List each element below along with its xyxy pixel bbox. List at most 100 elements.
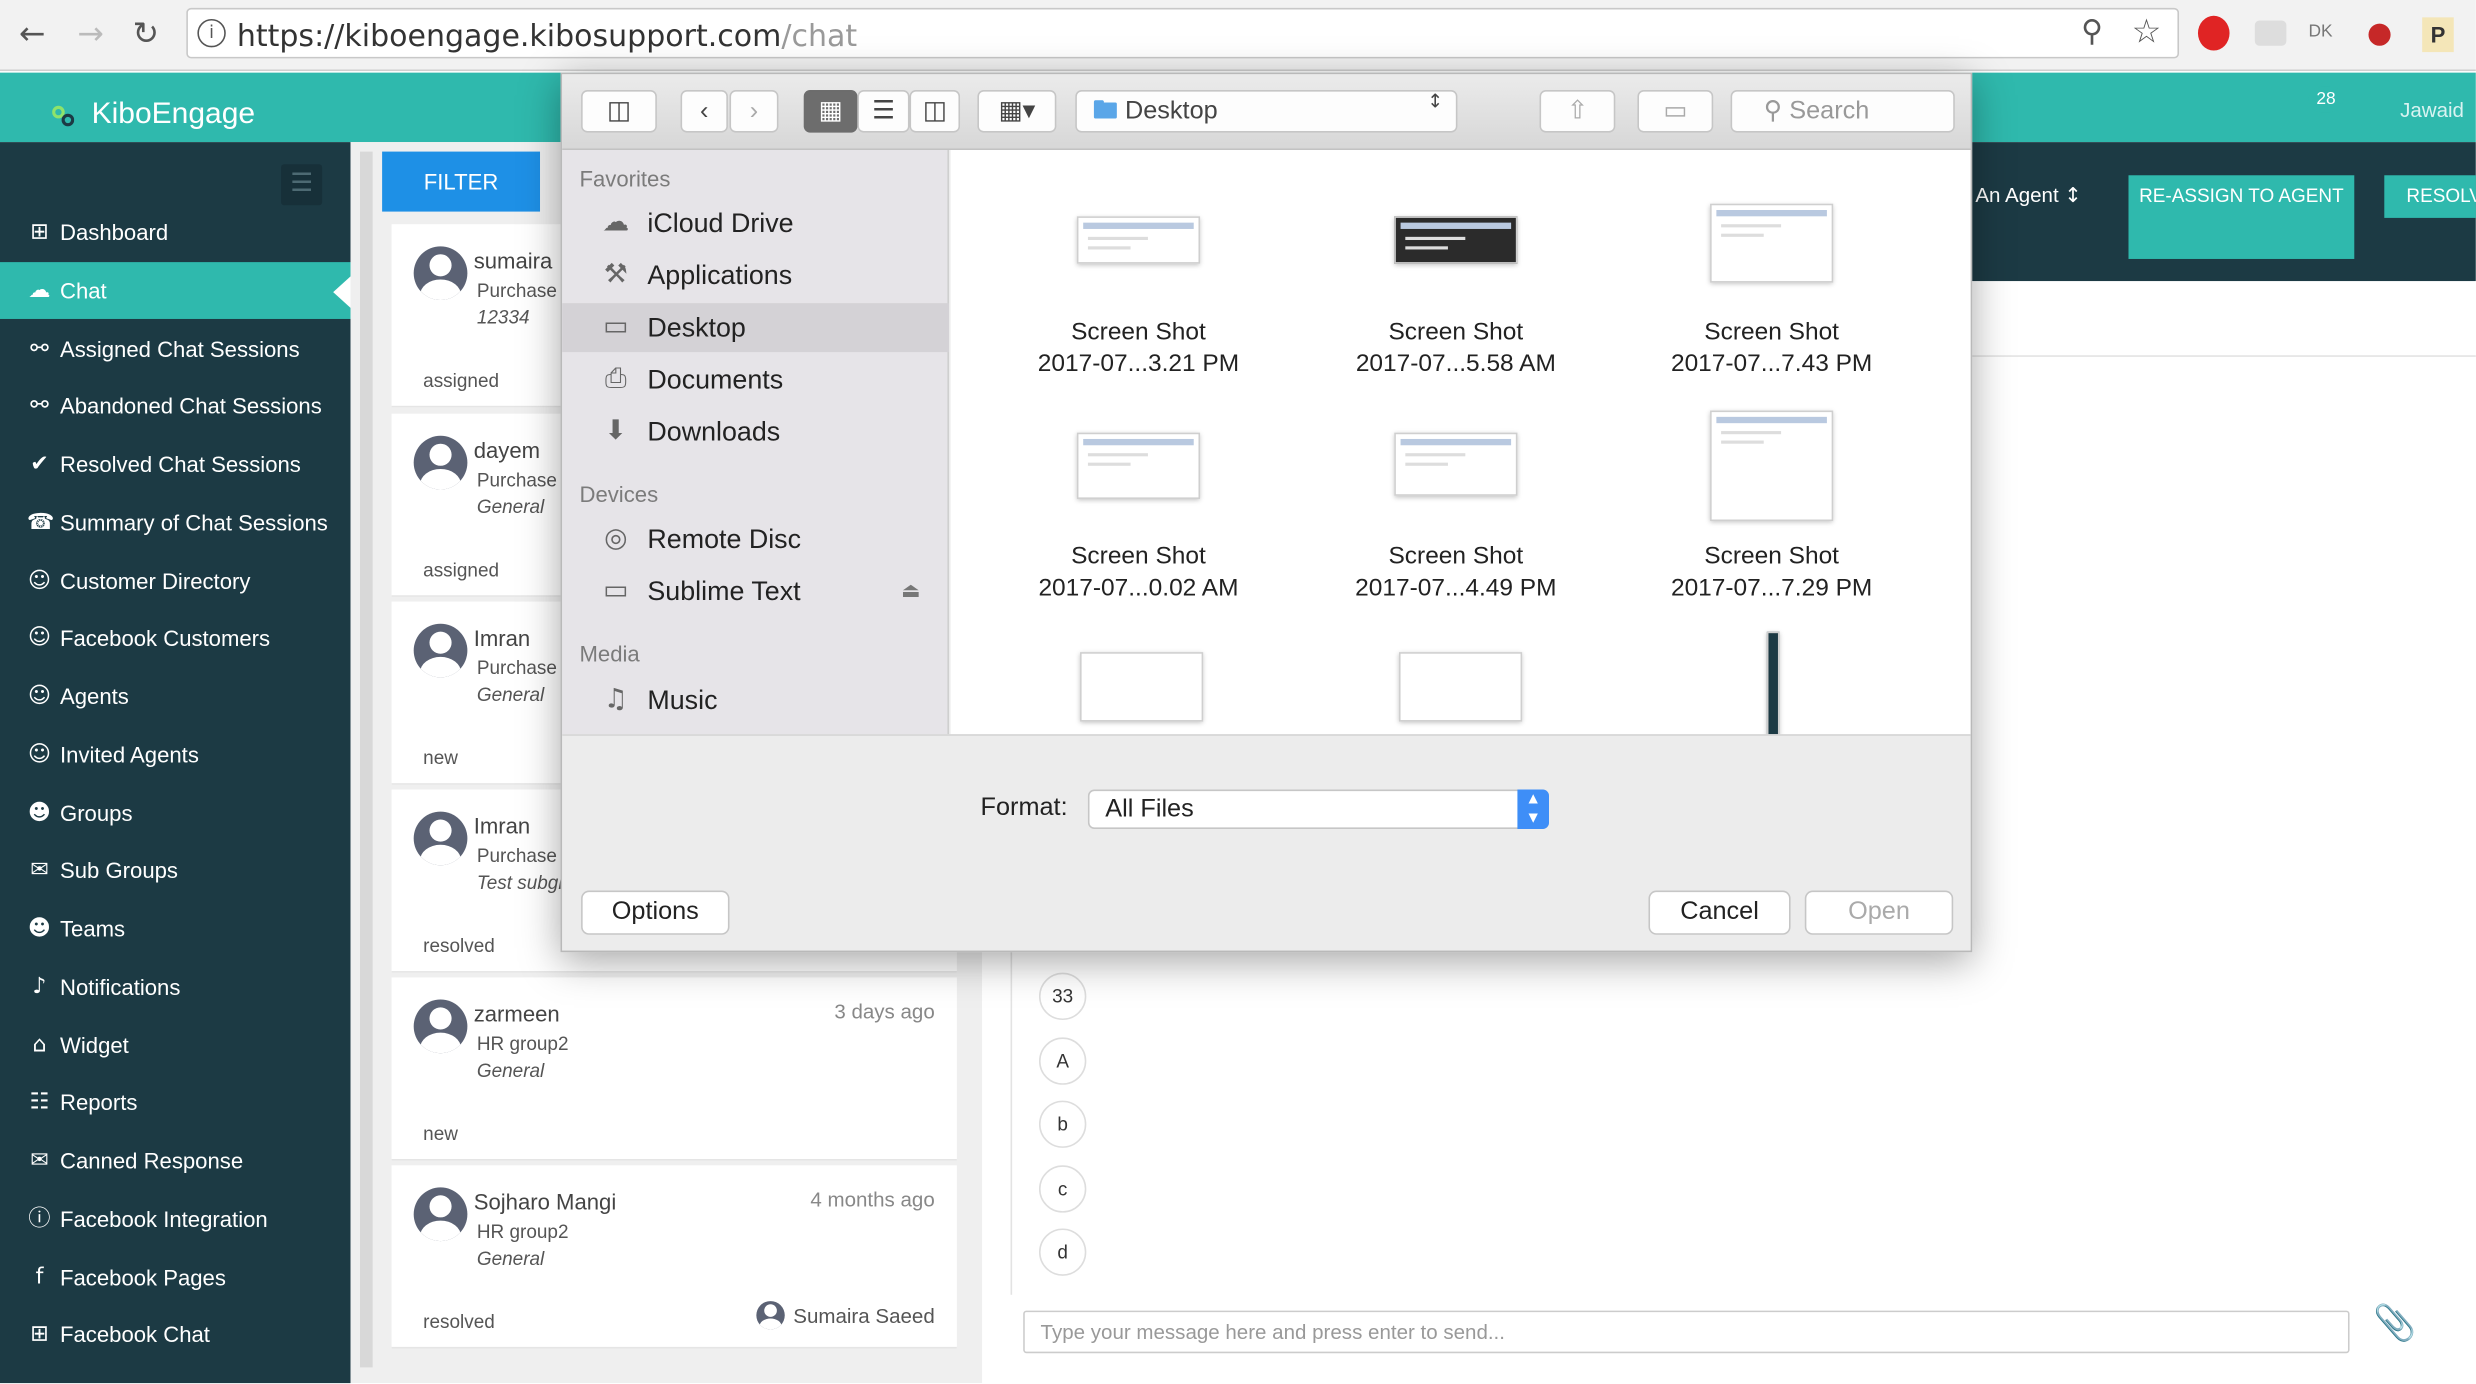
search-field[interactable]: ⚲ Search bbox=[1730, 90, 1955, 133]
arrange-icon[interactable]: ▦▾ bbox=[977, 90, 1057, 133]
sidebar-item-invited-agents[interactable]: ☺ Invited Agents bbox=[0, 726, 351, 783]
file-item[interactable]: Screen Shot 2017-07...3.21 PM bbox=[1012, 317, 1265, 380]
sidebar-item-remote-disc[interactable]: ◎ Remote Disc bbox=[562, 515, 949, 564]
file-name-line1: Screen Shot bbox=[1704, 318, 1839, 346]
option-bubble[interactable]: A bbox=[1038, 1036, 1087, 1084]
notification-badge[interactable]: 28 bbox=[2308, 86, 2344, 113]
format-label: Format: bbox=[980, 794, 1068, 822]
reload-icon[interactable]: ↻ bbox=[133, 17, 159, 49]
avatar bbox=[413, 623, 468, 678]
sidebar-item-dashboard[interactable]: ⊞ Dashboard bbox=[0, 204, 351, 261]
opera-icon[interactable] bbox=[2197, 15, 2230, 51]
option-bubble[interactable]: d bbox=[1038, 1228, 1087, 1276]
sidebar-item-summary-of-chat-sessions[interactable]: ☎ Summary of Chat Sessions bbox=[0, 494, 351, 551]
arrow-right-icon[interactable]: → bbox=[77, 17, 103, 49]
sidebar-item-widget[interactable]: ⌂ Widget bbox=[0, 1016, 351, 1073]
option-bubble[interactable]: 33 bbox=[1038, 972, 1087, 1021]
record-icon[interactable] bbox=[2368, 23, 2391, 46]
sidebar-item-customer-directory[interactable]: ☺ Customer Directory bbox=[0, 552, 351, 609]
agent-select[interactable]: An Agent ↕ bbox=[1975, 183, 2081, 207]
tag-icon[interactable]: ▭ bbox=[1637, 90, 1714, 133]
chevron-updown-icon: ↕ bbox=[1427, 90, 1444, 113]
sidebar-item-facebook-customers[interactable]: ☺ Facebook Customers bbox=[0, 610, 351, 667]
cancel-button[interactable]: Cancel bbox=[1648, 890, 1791, 935]
file-thumbnail[interactable] bbox=[1710, 410, 1834, 522]
file-thumbnail[interactable] bbox=[1710, 203, 1834, 283]
sidebar-item-reports[interactable]: ☷ Reports bbox=[0, 1074, 351, 1131]
sidebar-item-facebook-integration[interactable]: ⓘ Facebook Integration bbox=[0, 1190, 351, 1247]
option-bubble[interactable]: c bbox=[1038, 1164, 1087, 1212]
status-label: resolved bbox=[423, 934, 495, 957]
list-view-icon[interactable]: ☰ bbox=[857, 90, 910, 133]
sidebar-item-label: Facebook Integration bbox=[60, 1205, 268, 1232]
eject-icon[interactable]: ⏏ bbox=[901, 581, 920, 602]
open-button[interactable]: Open bbox=[1804, 890, 1954, 935]
sidebar-item-facebook-chat[interactable]: ⊞ Facebook Chat bbox=[0, 1306, 351, 1363]
menu-toggle-icon[interactable]: ☰ bbox=[281, 164, 323, 206]
link-icon: ⚯ bbox=[30, 335, 49, 361]
dk-extension-icon[interactable]: DK bbox=[2308, 22, 2332, 41]
file-item[interactable]: Screen Shot 2017-07...7.43 PM bbox=[1645, 317, 1898, 380]
chevron-updown-icon[interactable]: ▲ ▼ bbox=[1517, 789, 1549, 829]
file-thumbnail[interactable] bbox=[1394, 216, 1518, 264]
file-thumbnail[interactable] bbox=[1076, 432, 1201, 499]
message-input[interactable]: Type your message here and press enter t… bbox=[1023, 1310, 2350, 1354]
arrow-left-icon[interactable]: ← bbox=[19, 17, 45, 49]
sidebar-item-desktop[interactable]: ▭ Desktop bbox=[562, 303, 949, 353]
sidebar-item-label: Invited Agents bbox=[60, 741, 199, 767]
user-name[interactable]: Jawaid bbox=[2400, 98, 2464, 122]
share-icon[interactable]: ⇧ bbox=[1539, 90, 1616, 133]
file-thumbnail[interactable] bbox=[1080, 652, 1204, 722]
file-thumbnail[interactable] bbox=[1398, 652, 1523, 722]
sidebar-item-icloud-drive[interactable]: ☁ iCloud Drive bbox=[562, 199, 949, 248]
sidebar-item-groups[interactable]: ☻ Groups bbox=[0, 784, 351, 841]
sidebar-toggle-icon[interactable]: ◫ bbox=[581, 90, 657, 133]
cast-icon[interactable] bbox=[2254, 20, 2287, 46]
format-select[interactable]: All Files bbox=[1087, 789, 1549, 829]
file-item[interactable]: Screen Shot 2017-07...5.58 AM bbox=[1330, 317, 1583, 380]
location-popup[interactable]: 🖿 Desktop ↕ bbox=[1075, 90, 1458, 133]
sidebar-item-resolved-chat-sessions[interactable]: ✔ Resolved Chat Sessions bbox=[0, 436, 351, 493]
sidebar-item-downloads[interactable]: ⬇ Downloads bbox=[562, 407, 949, 456]
star-icon[interactable]: ☆ bbox=[2132, 15, 2162, 49]
info-icon[interactable]: i bbox=[197, 18, 226, 48]
sidebar-item-chat[interactable]: ☁ Chat bbox=[0, 261, 351, 319]
resolve-button[interactable]: RESOLVE bbox=[2384, 175, 2476, 218]
chat-list-item[interactable]: Sojharo Mangi HR group2 General resolved 4 m… bbox=[391, 1165, 957, 1349]
sidebar-item-facebook-pages[interactable]: f Facebook Pages bbox=[0, 1248, 351, 1305]
sidebar-item-teams[interactable]: ☻ Teams bbox=[0, 900, 351, 957]
sidebar-item-canned-response[interactable]: ✉ Canned Response bbox=[0, 1132, 351, 1189]
sidebar-item-documents[interactable]: ⎙ Documents bbox=[562, 355, 949, 404]
sidebar-item-notifications[interactable]: ♪ Notifications bbox=[0, 958, 351, 1015]
file-thumbnail[interactable] bbox=[1076, 216, 1201, 264]
sidebar-item-applications[interactable]: ⚒ Applications bbox=[562, 251, 949, 300]
sidebar-item-music[interactable]: ♫ Music bbox=[562, 676, 949, 725]
p-extension-icon[interactable]: P bbox=[2422, 17, 2454, 53]
back-button[interactable]: ‹ bbox=[680, 90, 728, 133]
sidebar-item-sublime-text[interactable]: ▭ Sublime Text ⏏ bbox=[562, 567, 949, 616]
url-text[interactable]: https://kiboengage.kibosupport.com/chat bbox=[237, 19, 857, 54]
paperclip-icon[interactable]: 📎 bbox=[2373, 1307, 2416, 1342]
file-thumbnail[interactable] bbox=[1766, 631, 1780, 736]
options-button[interactable]: Options bbox=[581, 890, 730, 935]
zoom-icon[interactable]: ⚲ bbox=[2081, 17, 2103, 47]
forward-button[interactable]: › bbox=[729, 90, 779, 133]
sidebar-item-sub-groups[interactable]: ✉ Sub Groups bbox=[0, 842, 351, 899]
music-icon: ♫ bbox=[603, 683, 628, 716]
sidebar-item-assigned-chat-sessions[interactable]: ⚯ Assigned Chat Sessions bbox=[0, 320, 351, 377]
reassign-button[interactable]: RE-ASSIGN TO AGENT bbox=[2128, 175, 2355, 259]
file-item[interactable]: Screen Shot 2017-07...0.02 AM bbox=[1012, 542, 1265, 605]
list-scrollbar[interactable] bbox=[360, 151, 373, 1368]
sidebar-item-agents[interactable]: ☺ Agents bbox=[0, 668, 351, 725]
facebook-icon: f bbox=[35, 1263, 44, 1290]
chat-list-item[interactable]: zarmeen HR group2 General new 3 days ago bbox=[391, 977, 957, 1161]
file-thumbnail[interactable] bbox=[1394, 432, 1518, 496]
column-view-icon[interactable]: ◫ bbox=[909, 90, 961, 133]
file-item[interactable]: Screen Shot 2017-07...4.49 PM bbox=[1330, 542, 1583, 605]
brand-logo[interactable]: KiboEngage bbox=[92, 98, 256, 133]
filter-button[interactable]: FILTER bbox=[382, 151, 541, 212]
option-bubble[interactable]: b bbox=[1038, 1100, 1087, 1148]
sidebar-item-abandoned-chat-sessions[interactable]: ⚯ Abandoned Chat Sessions bbox=[0, 378, 351, 435]
icon-view-icon[interactable]: ▦ bbox=[803, 90, 858, 133]
file-item[interactable]: Screen Shot 2017-07...7.29 PM bbox=[1645, 542, 1898, 605]
